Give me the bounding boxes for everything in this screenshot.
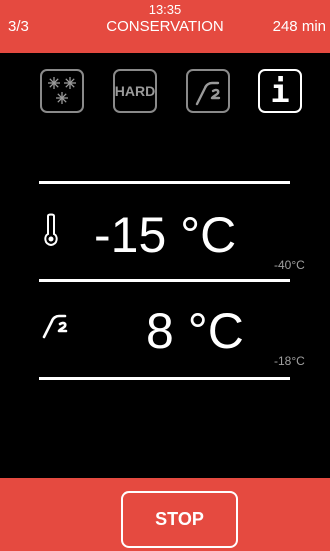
core-probe-icon	[42, 314, 68, 339]
snowflakes-mode-button[interactable]	[40, 69, 84, 113]
info-button[interactable]: i	[258, 69, 302, 113]
stop-button[interactable]: STOP	[121, 491, 238, 548]
core-probe-mode-button[interactable]	[186, 69, 230, 113]
probe-temperature: 8 °C	[146, 303, 244, 359]
cabinet-setpoint: -40°C	[274, 258, 305, 272]
status-header: 13:35 3/3 CONSERVATION 248 min	[0, 0, 330, 53]
thermometer-icon	[44, 213, 58, 247]
info-icon: i	[270, 72, 290, 110]
core-probe-icon	[195, 81, 221, 106]
divider-middle	[39, 279, 290, 282]
cabinet-temperature: -15 °C	[94, 207, 237, 263]
hard-mode-button[interactable]: HARD	[113, 69, 157, 113]
probe-setpoint: -18°C	[274, 354, 305, 368]
divider-bottom	[39, 377, 290, 380]
hard-label: HARD	[114, 83, 156, 99]
remaining-time: 248 min	[272, 18, 326, 35]
snowflakes-icon	[48, 77, 76, 104]
divider-top	[39, 181, 290, 184]
clock-time: 13:35	[148, 2, 182, 17]
